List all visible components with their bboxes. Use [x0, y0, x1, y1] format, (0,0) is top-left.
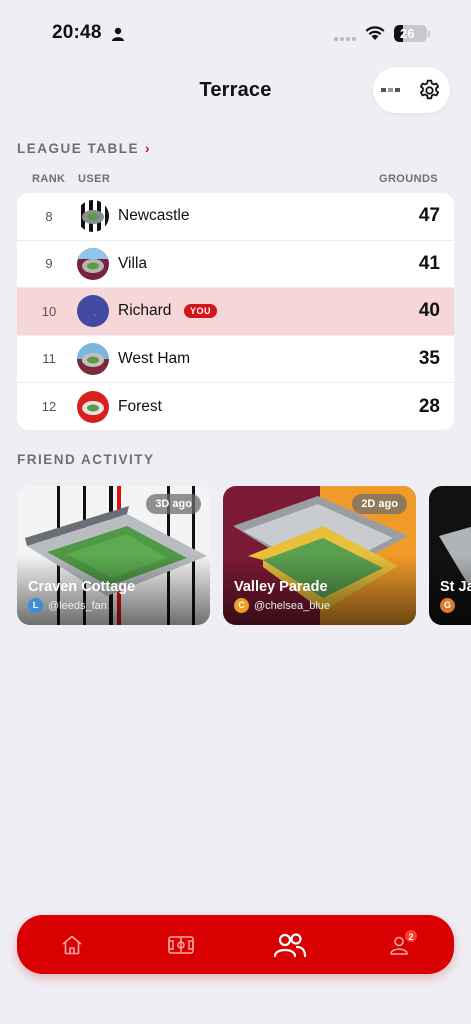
card-username: @leeds_fan — [48, 599, 107, 612]
home-icon — [62, 935, 82, 954]
row-rank: 12 — [41, 399, 57, 415]
card-title: Valley Parade — [234, 579, 328, 595]
row-name: Richard — [118, 302, 172, 320]
battery-tip — [428, 31, 430, 37]
friend-activity-title: FRIEND ACTIVITY — [17, 452, 155, 467]
settings-button[interactable] — [373, 67, 450, 113]
tab-friends[interactable] — [260, 915, 320, 974]
row-name: Villa — [118, 254, 148, 272]
league-table-title: LEAGUE TABLE — [17, 141, 139, 156]
row-rank: 10 — [41, 303, 57, 319]
league-table: 8 Newcastle 47 9 Villa 41 10 Richard YOU… — [17, 193, 454, 430]
tab-profile[interactable]: 2 — [369, 915, 429, 974]
status-bar: 20:48 26 — [0, 0, 471, 60]
menu-dots-icon — [381, 88, 400, 92]
card-username: @chelsea_blue — [254, 599, 330, 612]
user-initial-avatar: L — [28, 598, 43, 613]
avatar — [77, 247, 109, 280]
wifi-icon — [365, 26, 385, 40]
column-header-rank: RANK — [32, 173, 66, 185]
card-user: G — [440, 598, 455, 613]
you-badge: YOU — [184, 304, 218, 319]
avatar — [77, 295, 109, 328]
battery-percent: 26 — [400, 26, 415, 41]
card-title: St Ja — [440, 579, 471, 595]
card-user: L @leeds_fan — [28, 598, 107, 613]
avatar — [77, 342, 109, 375]
row-grounds: 41 — [418, 252, 440, 274]
row-rank: 8 — [45, 208, 53, 224]
row-rank: 11 — [42, 351, 56, 367]
table-row[interactable]: 9 Villa 41 — [17, 241, 454, 288]
tab-grounds[interactable] — [151, 915, 211, 974]
avatar — [77, 200, 109, 233]
tab-home[interactable] — [42, 915, 102, 974]
person-icon — [112, 27, 124, 41]
league-table-link[interactable]: LEAGUE TABLE › — [17, 141, 151, 156]
table-row[interactable]: 12 Forest 28 — [17, 383, 454, 430]
battery-icon: 26 — [394, 25, 427, 42]
activity-card[interactable]: St Ja G — [429, 486, 471, 625]
status-time: 20:48 — [52, 22, 102, 43]
column-header-user: USER — [78, 173, 111, 185]
activity-card[interactable]: 3D ago Craven Cottage L @leeds_fan — [17, 486, 210, 625]
tab-bar: 2 — [17, 915, 454, 974]
row-rank: 9 — [45, 256, 53, 272]
table-row-current-user[interactable]: 10 Richard YOU 40 — [17, 288, 454, 336]
notification-badge: 2 — [404, 929, 418, 943]
card-title: Craven Cottage — [28, 579, 136, 595]
activity-card[interactable]: 2D ago Valley Parade C @chelsea_blue — [223, 486, 416, 625]
row-grounds: 40 — [418, 300, 440, 322]
row-name: Newcastle — [118, 207, 190, 225]
table-row[interactable]: 8 Newcastle 47 — [17, 193, 454, 241]
user-initial-avatar: C — [234, 598, 249, 613]
gear-icon — [419, 79, 440, 100]
card-age-badge: 2D ago — [352, 494, 407, 514]
friends-icon — [273, 932, 307, 957]
pitch-icon — [168, 935, 194, 954]
row-grounds: 28 — [418, 395, 440, 417]
column-header-grounds: GROUNDS — [379, 173, 439, 185]
user-initial-avatar: G — [440, 598, 455, 613]
avatar — [77, 390, 109, 423]
friend-activity-carousel[interactable]: 3D ago Craven Cottage L @leeds_fan 2D ag… — [17, 486, 471, 626]
chevron-right-icon: › — [145, 141, 151, 156]
table-row[interactable]: 11 West Ham 35 — [17, 336, 454, 383]
row-grounds: 35 — [418, 347, 440, 369]
card-age-badge: 3D ago — [146, 494, 201, 514]
row-grounds: 47 — [418, 205, 440, 227]
signal-icon — [334, 37, 358, 41]
card-user: C @chelsea_blue — [234, 598, 330, 613]
row-name: Forest — [118, 397, 162, 415]
row-name: West Ham — [118, 349, 191, 367]
